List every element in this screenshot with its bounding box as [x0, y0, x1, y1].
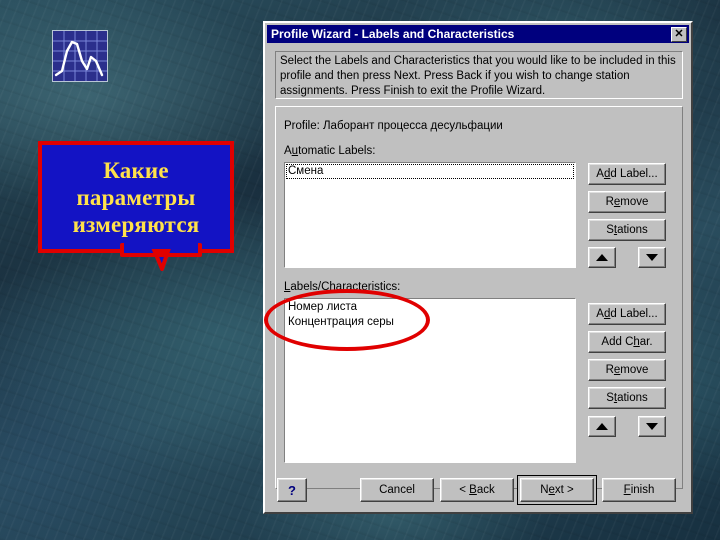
- callout-tail: [120, 241, 202, 271]
- caption-suffix: abels/Characteristics:: [290, 281, 401, 293]
- btn-suffix: d Label...: [610, 308, 658, 320]
- remove-button-auto[interactable]: Remove: [588, 191, 666, 213]
- instruction-text: Select the Labels and Characteristics th…: [275, 51, 683, 99]
- labels-characteristics-listbox[interactable]: Номер листа Концентрация серы: [284, 298, 576, 463]
- stations-button-auto[interactable]: Stations: [588, 219, 666, 241]
- btn-prefix: R: [605, 364, 614, 376]
- btn-suffix: inish: [630, 484, 655, 496]
- btn-prefix: A: [596, 168, 604, 180]
- list-item[interactable]: Номер листа: [286, 300, 574, 315]
- automatic-labels-listbox[interactable]: Смена: [284, 162, 576, 268]
- btn-suffix: ar.: [639, 336, 653, 348]
- finish-button[interactable]: Finish: [602, 478, 676, 502]
- help-button[interactable]: ?: [277, 478, 307, 502]
- back-button[interactable]: < Back: [440, 478, 514, 502]
- btn-prefix: R: [605, 196, 614, 208]
- btn-mnemonic: B: [469, 484, 477, 496]
- btn-suffix: ack: [476, 484, 495, 496]
- chart-icon-svg: [53, 31, 107, 81]
- add-char-button[interactable]: Add Char.: [588, 331, 666, 353]
- profile-value: Лаборант процесса десульфации: [323, 120, 503, 132]
- stations-button-chars[interactable]: Stations: [588, 387, 666, 409]
- add-label-button-auto[interactable]: Add Label...: [588, 163, 666, 185]
- move-up-button-auto[interactable]: [588, 247, 616, 268]
- dialog-titlebar: Profile Wizard - Labels and Characterist…: [267, 25, 689, 43]
- btn-prefix: A: [596, 308, 604, 320]
- profile-line: Profile: Лаборант процесса десульфации: [284, 120, 503, 132]
- triangle-up-icon: [596, 423, 608, 430]
- dialog-title: Profile Wizard - Labels and Characterist…: [271, 27, 515, 41]
- triangle-up-icon: [596, 254, 608, 261]
- move-down-button-chars[interactable]: [638, 416, 666, 437]
- cancel-button[interactable]: Cancel: [360, 478, 434, 502]
- move-down-button-auto[interactable]: [638, 247, 666, 268]
- btn-mnemonic: F: [623, 484, 631, 496]
- btn-prefix: S: [606, 392, 614, 404]
- labels-characteristics-caption: Labels/Characteristics:: [284, 281, 400, 293]
- automatic-labels-caption: Automatic Labels:: [284, 145, 375, 157]
- add-label-button-chars[interactable]: Add Label...: [588, 303, 666, 325]
- list-item[interactable]: Концентрация серы: [286, 315, 574, 330]
- btn-suffix: move: [620, 364, 649, 376]
- btn-prefix: <: [459, 484, 470, 496]
- btn-prefix: S: [606, 224, 614, 236]
- btn-suffix: ations: [617, 224, 648, 236]
- line-chart-icon: [52, 30, 108, 82]
- next-button[interactable]: Next >: [520, 478, 594, 502]
- triangle-down-icon: [646, 423, 658, 430]
- move-up-button-chars[interactable]: [588, 416, 616, 437]
- callout-annotation: Какие параметры измеряются: [38, 141, 234, 271]
- btn-prefix: N: [540, 484, 549, 496]
- next-button-default-frame: Next >: [517, 475, 597, 505]
- btn-suffix: d Label...: [610, 168, 658, 180]
- list-item[interactable]: Смена: [286, 164, 574, 179]
- close-icon[interactable]: ✕: [671, 26, 687, 42]
- triangle-down-icon: [646, 254, 658, 261]
- caption-prefix: A: [284, 145, 292, 157]
- btn-suffix: xt >: [554, 484, 574, 496]
- caption-suffix: tomatic Labels:: [298, 145, 376, 157]
- btn-suffix: ations: [617, 392, 648, 404]
- profile-label: Profile:: [284, 120, 320, 132]
- btn-suffix: move: [620, 196, 649, 208]
- remove-button-chars[interactable]: Remove: [588, 359, 666, 381]
- btn-prefix: Add C: [601, 336, 634, 348]
